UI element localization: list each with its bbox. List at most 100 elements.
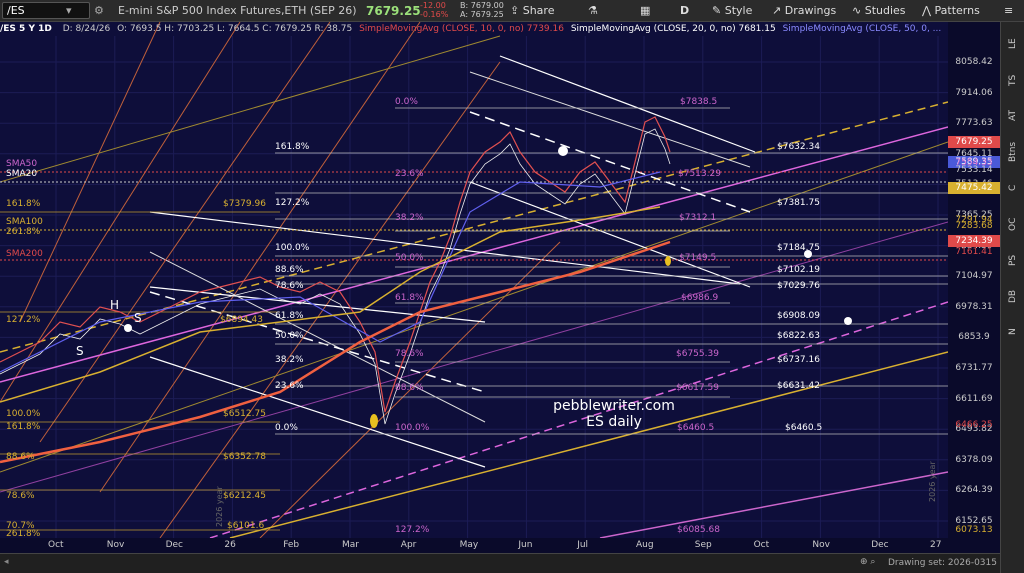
fib-level-label: 38.2%: [395, 213, 424, 223]
price-tag: 6073.13: [955, 525, 993, 535]
fib-level-label: $7381.75: [777, 198, 820, 208]
time-axis-label: Jun: [518, 540, 533, 550]
time-axis-label: 26: [224, 540, 236, 550]
drawings-label: Drawings: [784, 4, 837, 17]
fib-level-label: SMA200: [6, 249, 43, 259]
time-axis-label: Oct: [48, 540, 64, 550]
white-channel-line: [149, 356, 486, 468]
sidebar-tab[interactable]: AT: [1003, 102, 1023, 130]
style-button[interactable]: ✎ Style: [712, 3, 752, 19]
price-axis-label: 6731.77: [955, 363, 993, 373]
fib-level-label: $6085.68: [677, 525, 720, 535]
fib-level-label: $6908.09: [777, 311, 820, 321]
sidebar-tab[interactable]: TS: [1003, 66, 1023, 94]
time-axis-label: Dec: [165, 540, 184, 550]
pattern-label-shoulder: S: [134, 311, 142, 325]
dropdown-icon[interactable]: ▾: [66, 3, 72, 19]
pattern-label-shoulder: S: [76, 344, 84, 358]
time-axis[interactable]: Oct Nov Dec 26 Feb Mar Apr May Jun Jul Aug Sep Oct No…: [0, 538, 948, 553]
status-icons[interactable]: ⊕ ⌕: [860, 557, 875, 567]
fib-level-label: SMA20: [6, 169, 37, 179]
fib-level-label: $6512.75: [223, 409, 266, 419]
fib-level-label: SMA50: [6, 159, 37, 169]
year-marker: 2026 year: [928, 461, 937, 502]
price-axis-label: 6611.69: [955, 393, 993, 404]
price-axis[interactable]: 8058.427914.067773.637645.117513.467365.…: [948, 22, 1000, 553]
price-tag: 6466.25: [955, 420, 993, 430]
sidebar-tab[interactable]: LE: [1003, 30, 1023, 58]
fib-level-label: 161.8%: [275, 142, 310, 152]
patterns-button[interactable]: ⋀ Patterns: [922, 3, 980, 19]
grid-icon[interactable]: ▦: [640, 3, 650, 19]
last-price: 7679.25: [366, 4, 421, 18]
fib-level-label: 161.8%: [6, 199, 41, 209]
sidebar-tab[interactable]: N: [1003, 318, 1023, 346]
chart-info-line: /ES 5 Y 1D D: 8/24/26 O: 7693.5 H: 7703.…: [0, 22, 948, 36]
drawing-set-label: Drawing set: 2026-0315: [888, 558, 997, 568]
pattern-marker: [124, 324, 132, 332]
studies-icon: ∿: [852, 4, 862, 17]
fib-level-label: 127.2%: [395, 525, 430, 535]
change-value: -12.00: [420, 1, 446, 10]
fib-level-label: 261.8%: [6, 529, 41, 538]
drawings-button[interactable]: ↗ Drawings: [772, 3, 836, 19]
time-axis-label: May: [459, 540, 479, 550]
symbol-period: /ES 5 Y 1D: [0, 24, 52, 34]
fib-level-label: 127.2%: [6, 315, 41, 325]
patterns-icon: ⋀: [922, 4, 932, 17]
price-tag: 7533.14: [955, 165, 993, 175]
price-change: -12.00 -0.16%: [420, 1, 448, 19]
price-tag: 7161.41: [955, 247, 993, 257]
time-axis-label: Mar: [342, 540, 359, 550]
sidebar-tab[interactable]: DB: [1003, 282, 1023, 310]
sidebar-tab[interactable]: Btns: [1003, 138, 1023, 166]
chart-area[interactable]: 0.0% $7838.5 161.8% $7632.34 23.6% $7513.29 12…: [0, 22, 1000, 573]
sidebar-tab[interactable]: PS: [1003, 246, 1023, 274]
year-marker: 2026 year: [215, 486, 224, 527]
share-button[interactable]: ⇪ Share: [510, 3, 554, 19]
fib-level-label: 161.8%: [6, 422, 41, 432]
scroll-left-icon[interactable]: ◂: [4, 557, 9, 567]
sidebar-tab[interactable]: OC: [1003, 210, 1023, 238]
white-dashed-channel-line: [469, 111, 751, 213]
low-marker: [370, 414, 378, 428]
share-icon: ⇪: [510, 4, 520, 17]
ohlc-values: O: 7693.5 H: 7703.25 L: 7664.5 C: 7679.2…: [117, 24, 353, 34]
fib-level-label: 61.8%: [395, 293, 424, 303]
fib-level-label: $6101.6: [227, 521, 264, 531]
watermark-subtitle: ES daily: [586, 414, 642, 430]
symbol-input[interactable]: /ES: [2, 2, 90, 19]
time-axis-label: Jul: [577, 540, 589, 550]
fib-level-label: 23.6%: [275, 381, 304, 391]
sma20-label: SimpleMovingAvg (CLOSE, 20, 0, no) 7681.…: [570, 24, 776, 34]
period-button[interactable]: D: [680, 3, 689, 19]
drawings-icon: ↗: [772, 4, 782, 17]
gear-icon[interactable]: ⚙: [94, 3, 104, 19]
time-axis-label: Oct: [753, 540, 770, 550]
studies-button[interactable]: ∿ Studies: [852, 3, 906, 19]
sma100-line: [0, 206, 661, 403]
ask-value: A: 7679.25: [460, 10, 504, 19]
time-axis-label: Dec: [871, 540, 889, 550]
price-axis-label: 6378.09: [955, 454, 993, 465]
sma50-line: [0, 171, 661, 373]
sidebar-tab[interactable]: C: [1003, 174, 1023, 202]
studies-label: Studies: [864, 4, 906, 17]
menu-icon[interactable]: ≡: [1004, 3, 1013, 19]
fib-level-label: $6631.42: [777, 381, 820, 391]
flask-icon[interactable]: ⚗: [588, 3, 598, 19]
fib-level-label: $6352.78: [223, 452, 266, 462]
bid-ask: B: 7679.00 A: 7679.25: [460, 1, 504, 19]
price-axis-label: 7773.63: [955, 118, 993, 129]
fib-level-label: $7513.29: [678, 169, 721, 179]
time-axis-label: Aug: [636, 540, 654, 550]
fib-level-label: 50.0%: [275, 331, 304, 341]
price-axis-label: 7104.97: [955, 271, 993, 282]
fib-level-label: 78.6%: [395, 349, 424, 359]
fib-level-label: 127.2%: [275, 198, 310, 208]
price-chart[interactable]: 0.0% $7838.5 161.8% $7632.34 23.6% $7513.29 12…: [0, 22, 948, 538]
fib-level-label: 100.0%: [275, 243, 310, 253]
fib-level-label: $6212.45: [223, 491, 266, 501]
fib-level-label: $7149.5: [679, 253, 716, 263]
fib-level-label: 100.0%: [395, 423, 430, 433]
